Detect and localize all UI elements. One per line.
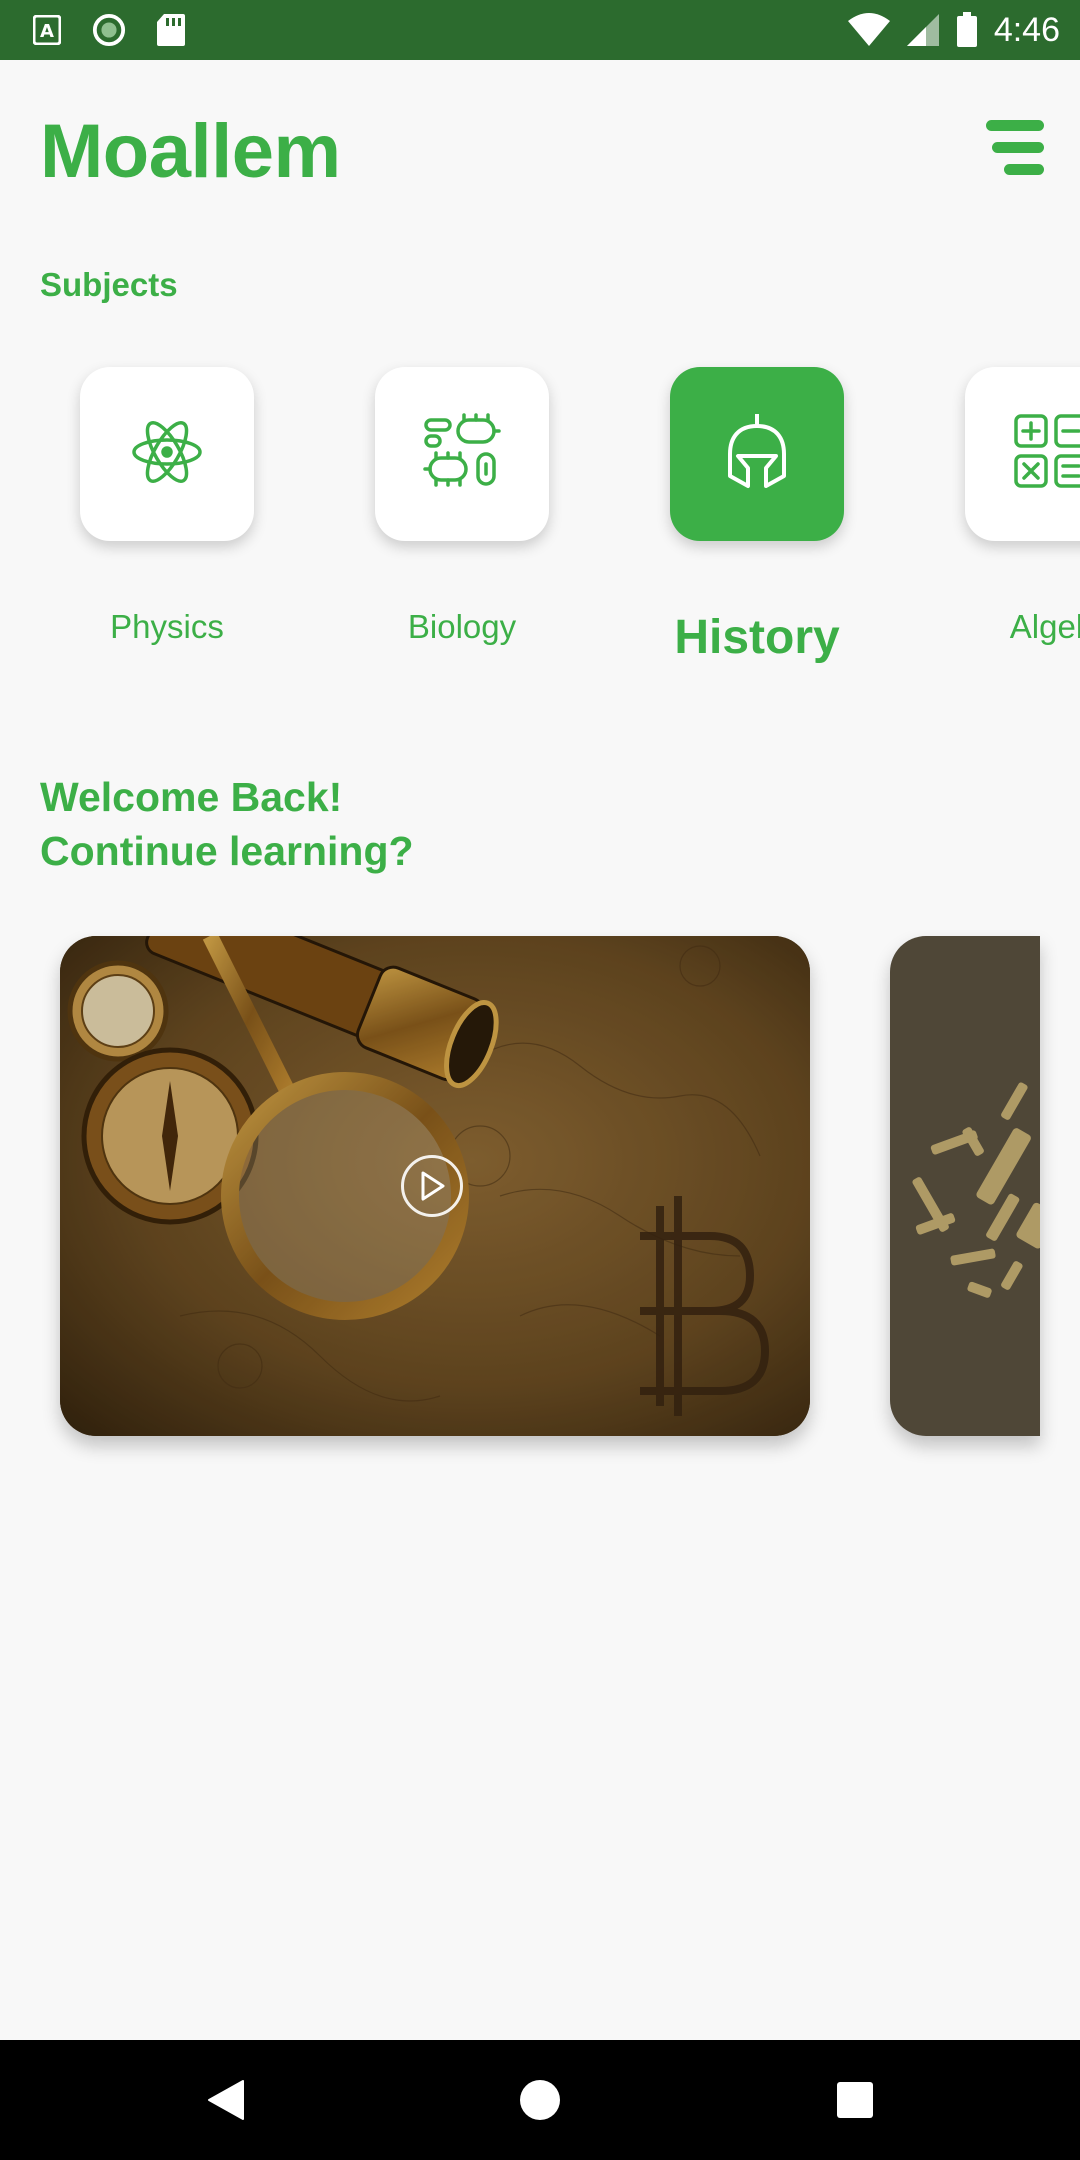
subjects-heading: Subjects (40, 266, 178, 303)
lesson-card-history[interactable] (60, 936, 810, 1436)
continue-learning-carousel[interactable] (0, 930, 1080, 1470)
app-title: Moallem (40, 109, 341, 194)
atom-icon (130, 415, 204, 494)
subject-tile-algebra[interactable] (965, 367, 1080, 541)
welcome-line-1: Welcome Back! (40, 774, 343, 820)
subject-label-history: History (674, 611, 840, 664)
play-icon (421, 1171, 445, 1201)
subject-label-biology: Biology (407, 608, 517, 645)
signal-icon (906, 13, 940, 47)
subject-label-physics: Physics (110, 608, 224, 645)
back-icon (208, 2080, 244, 2120)
subject-tile-biology[interactable] (375, 367, 549, 541)
subject-tile-history[interactable] (670, 367, 844, 541)
status-bar: A 4:46 (0, 0, 1080, 60)
recents-button[interactable] (795, 2040, 915, 2160)
subject-biology[interactable]: Biology (312, 360, 612, 680)
welcome-line-2: Continue learning? (40, 828, 414, 874)
menu-icon (982, 120, 1044, 175)
calculator-icon (1012, 412, 1080, 497)
subject-history[interactable]: History (607, 360, 907, 680)
subjects-carousel[interactable]: Physics Biology History Alge (0, 360, 1080, 680)
subject-label-algebra: Algeb (1009, 608, 1080, 645)
status-time: 4:46 (993, 10, 1060, 49)
system-nav-bar (0, 2040, 1080, 2160)
home-button[interactable] (480, 2040, 600, 2160)
welcome-heading: Welcome Back! Continue learning? (40, 770, 414, 878)
back-button[interactable] (165, 2040, 285, 2160)
lesson-thumbnail-wordcloud (912, 1082, 1040, 1298)
menu-button[interactable] (982, 120, 1044, 178)
play-button[interactable] (401, 1155, 463, 1217)
microbe-icon (422, 412, 502, 497)
svg-text:A: A (40, 21, 54, 42)
wifi-icon (846, 13, 892, 47)
subject-tile-physics[interactable] (80, 367, 254, 541)
recents-icon (837, 2082, 873, 2118)
circle-app-icon (92, 13, 126, 47)
subject-algebra[interactable]: Algeb (902, 360, 1080, 680)
home-icon (520, 2080, 560, 2120)
subject-physics[interactable]: Physics (17, 360, 317, 680)
lesson-card-next[interactable] (890, 936, 1040, 1436)
a-notification-icon: A (30, 13, 64, 47)
sd-card-icon (154, 13, 188, 47)
battery-icon (954, 12, 980, 47)
helmet-icon (724, 412, 790, 497)
